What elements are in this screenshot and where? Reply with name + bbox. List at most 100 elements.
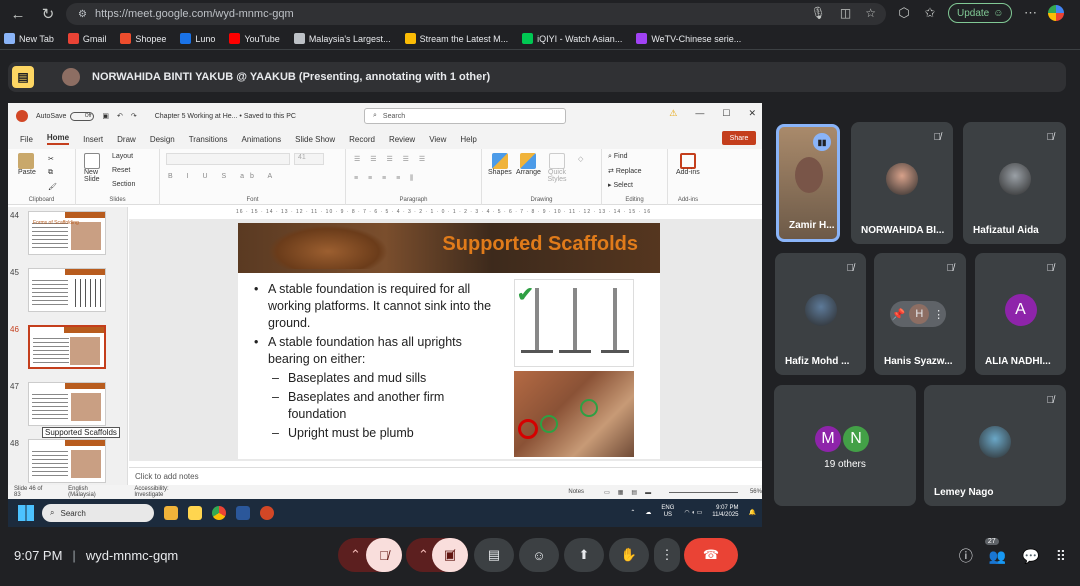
quick-styles-button[interactable]: Quick Styles	[544, 153, 570, 183]
bookmark-item[interactable]: Luno	[180, 33, 215, 44]
font-size-box[interactable]: 41	[294, 153, 324, 165]
sticky-notes-icon[interactable]	[188, 506, 202, 520]
tab-record[interactable]: Record	[349, 135, 375, 144]
tab-slide-show[interactable]: Slide Show	[295, 135, 335, 144]
tab-animations[interactable]: Animations	[242, 135, 282, 144]
autosave-toggle[interactable]: Off	[70, 111, 95, 121]
pin-icon[interactable]: 📌	[892, 308, 906, 321]
meeting-code[interactable]: wyd-mnmc-gqm	[86, 548, 178, 563]
chevron-up-icon[interactable]: ⌃	[630, 509, 635, 516]
addins-button[interactable]: Add-ins	[676, 153, 700, 176]
align-buttons[interactable]: ≡ ≡ ≡ ≡ ⫼	[354, 175, 417, 183]
taskbar-search[interactable]: ⌕ Search	[42, 504, 154, 522]
minimize-icon[interactable]: —	[695, 108, 704, 119]
mic-options-chevron-icon[interactable]: ⌃	[350, 547, 361, 563]
tab-help[interactable]: Help	[460, 135, 476, 144]
leave-call-button[interactable]: ☎	[684, 538, 738, 572]
raise-hand-button[interactable]: ✋	[609, 538, 649, 572]
tab-file[interactable]: File	[20, 135, 33, 144]
present-button[interactable]: ⬆	[564, 538, 604, 572]
back-icon[interactable]: ←	[6, 2, 30, 26]
maximize-icon[interactable]: ☐	[722, 108, 730, 119]
input-language[interactable]: ENG US	[661, 505, 674, 519]
bookmark-item[interactable]: YouTube	[229, 33, 280, 44]
accessibility-status[interactable]: Accessibility: Investigate	[134, 486, 198, 498]
share-button[interactable]: Share	[722, 131, 756, 145]
zoom-slider[interactable]	[669, 491, 738, 493]
current-slide[interactable]: Supported Scaffolds A stable foundation …	[238, 223, 660, 459]
tab-design[interactable]: Design	[150, 135, 175, 144]
cut-icon[interactable]: ✂	[48, 155, 54, 163]
update-button[interactable]: Update ☺	[948, 3, 1013, 23]
participant-tile[interactable]: A 🎙̸ ALIA NADHI...	[975, 253, 1066, 375]
participant-tile[interactable]: 🎙̸ Hafiz Mohd ...	[775, 253, 866, 375]
arrange-button[interactable]: Arrange	[516, 153, 541, 176]
windows-start-icon[interactable]	[18, 505, 34, 521]
slide-thumbnail-panel[interactable]: 44 Forms of Scaffolding 45 46 47 48	[8, 207, 128, 485]
word-icon[interactable]	[236, 506, 250, 520]
notification-icon[interactable]: 🔔	[749, 509, 756, 516]
replace-button[interactable]: ⇄ Replace	[608, 167, 642, 175]
bookmark-star-icon[interactable]: ☆	[865, 6, 876, 20]
section-button[interactable]: Section	[112, 181, 135, 188]
tab-draw[interactable]: Draw	[117, 135, 136, 144]
bookmark-item[interactable]: iQIYI - Watch Asian...	[522, 33, 622, 44]
mic-toggle-button[interactable]: 🎙̸	[366, 538, 402, 572]
extensions-icon[interactable]: ⬡	[896, 5, 912, 21]
onedrive-icon[interactable]: ☁	[645, 509, 651, 516]
participant-tile[interactable]: ▮▮ Zamir H...	[776, 124, 840, 242]
reload-icon[interactable]: ↻	[36, 2, 60, 26]
chrome-icon[interactable]	[212, 506, 226, 520]
undo-icon[interactable]: ↶	[117, 112, 123, 120]
new-slide-button[interactable]: New Slide	[84, 153, 108, 183]
font-format-buttons[interactable]: B I U S ab A	[168, 173, 278, 180]
bookmark-item[interactable]: New Tab	[4, 33, 54, 44]
list-buttons[interactable]: ☰ ☰ ☰ ☰ ☰	[354, 155, 429, 163]
find-button[interactable]: ⌕ Find	[608, 153, 628, 161]
bookmark-item[interactable]: WeTV-Chinese serie...	[636, 33, 741, 44]
tab-view[interactable]: View	[429, 135, 446, 144]
shape-fill-icon[interactable]: ◇	[578, 155, 583, 163]
language-status[interactable]: English (Malaysia)	[68, 486, 116, 498]
slide-thumbnail[interactable]	[28, 325, 106, 369]
select-button[interactable]: ▸ Select	[608, 181, 633, 189]
slide-thumbnail[interactable]	[28, 268, 106, 312]
mic-icon[interactable]: 🎙	[811, 6, 826, 20]
site-info-icon[interactable]: ⚙	[78, 9, 87, 20]
participant-tile[interactable]: 🎙̸ NORWAHIDA BI...	[851, 122, 953, 244]
warning-icon[interactable]: ⚠	[669, 108, 677, 119]
chat-icon[interactable]: 💬	[1022, 548, 1039, 565]
notes-pane[interactable]: Click to add notes	[129, 467, 762, 485]
menu-icon[interactable]: ⋯	[1022, 5, 1038, 21]
info-icon[interactable]: ⓘ	[959, 546, 973, 566]
paste-button[interactable]: Paste	[18, 153, 36, 176]
file-explorer-icon[interactable]	[164, 506, 178, 520]
clock[interactable]: 9:07 PM 11/4/2025	[712, 505, 738, 519]
reactions-button[interactable]: ☺	[519, 538, 559, 572]
format-painter-icon[interactable]: 🖌	[48, 183, 57, 191]
doc-title[interactable]: Chapter 5 Working at He... • Saved to th…	[155, 113, 296, 120]
participant-tile[interactable]: 📌 H ⋮ 🎙̸ Hanis Syazw...	[874, 253, 966, 375]
favorites-icon[interactable]: ✩	[922, 5, 938, 21]
bookmark-item[interactable]: Malaysia's Largest...	[293, 33, 391, 44]
tab-review[interactable]: Review	[389, 135, 415, 144]
tab-insert[interactable]: Insert	[83, 135, 103, 144]
bookmark-item[interactable]: Gmail	[67, 33, 106, 44]
tab-home[interactable]: Home	[46, 133, 70, 145]
close-icon[interactable]: ✕	[748, 108, 756, 119]
camera-toggle-button[interactable]: ▣̸	[432, 538, 468, 572]
activities-icon[interactable]: ⠿	[1056, 548, 1066, 565]
shapes-button[interactable]: Shapes	[488, 153, 512, 176]
more-vert-icon[interactable]: ⋮	[933, 308, 944, 321]
present-screen-icon[interactable]: ▤	[12, 66, 34, 88]
layout-button[interactable]: Layout	[112, 153, 133, 160]
more-options-button[interactable]: ⋮	[654, 538, 680, 572]
slide-thumbnail[interactable]	[28, 439, 106, 483]
captions-button[interactable]: ▤	[474, 538, 514, 572]
tab-transitions[interactable]: Transitions	[189, 135, 228, 144]
camera-options-chevron-icon[interactable]: ⌃	[418, 547, 429, 563]
copilot-icon[interactable]	[1048, 5, 1065, 21]
participant-tile[interactable]: M N 19 others	[774, 385, 916, 506]
tile-hover-controls[interactable]: 📌 H ⋮	[890, 301, 946, 327]
redo-icon[interactable]: ↷	[131, 112, 137, 120]
